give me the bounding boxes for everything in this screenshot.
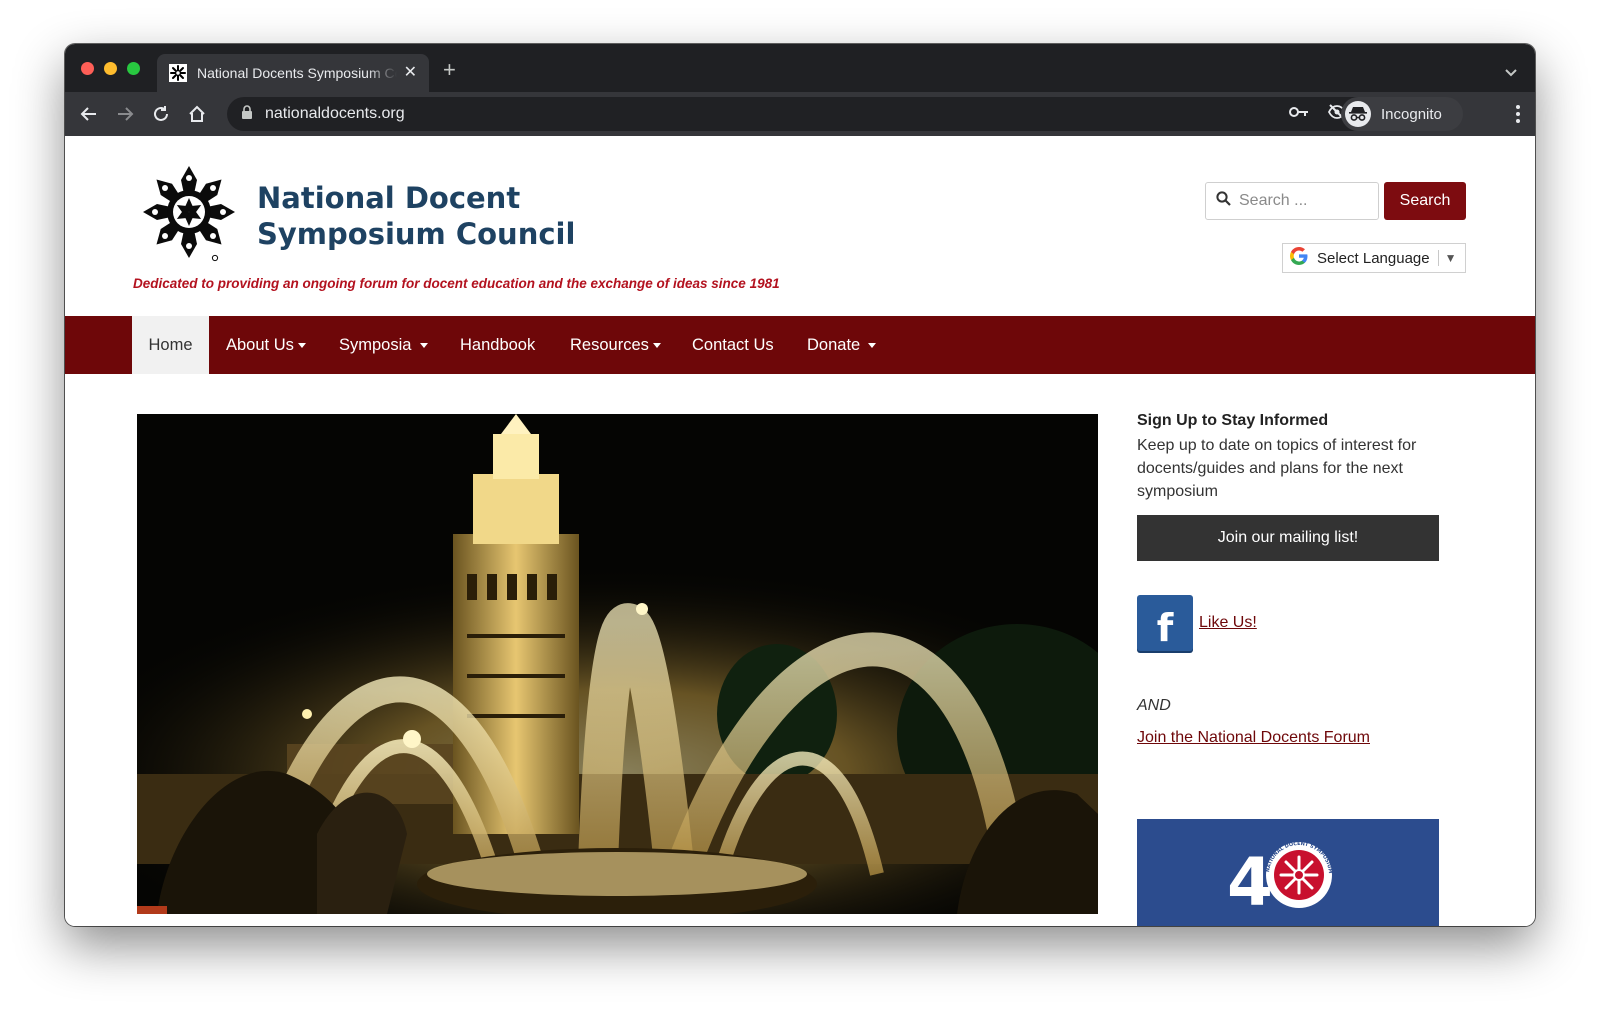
google-g-icon: [1289, 246, 1309, 271]
forward-arrow-icon[interactable]: [107, 96, 143, 132]
site-title-line2: Symposium Council: [257, 217, 576, 251]
minimize-window-button[interactable]: [104, 62, 117, 75]
facebook-like-link[interactable]: Like Us!: [1199, 614, 1257, 632]
address-bar[interactable]: nationaldocents.org: [227, 97, 1395, 131]
search-icon: [1216, 191, 1231, 211]
40th-anniversary-badge[interactable]: 4 NATIONAL DOCENT SYMPOSIUM COUNCIL: [1137, 819, 1439, 926]
search-button[interactable]: Search: [1384, 182, 1466, 220]
join-mailing-list-button[interactable]: Join our mailing list!: [1137, 515, 1439, 561]
tab-search-chevron-icon[interactable]: [1505, 64, 1517, 82]
caret-down-icon: [868, 342, 877, 348]
nav-symposia-label: Symposia: [339, 335, 412, 354]
back-arrow-icon[interactable]: [71, 96, 107, 132]
tab-title: National Docents Symposium Council: [197, 65, 397, 81]
nav-donate-label: Donate: [807, 335, 861, 354]
nav-contact-us-label: Contact Us: [692, 335, 774, 354]
nav-symposia[interactable]: Symposia: [339, 316, 429, 374]
nav-contact-us[interactable]: Contact Us: [692, 316, 774, 374]
signup-description: Keep up to date on topics of interest fo…: [1137, 437, 1417, 500]
caret-down-icon: [297, 342, 306, 348]
nav-home[interactable]: Home: [132, 316, 209, 374]
nav-handbook-label: Handbook: [460, 335, 536, 354]
web-page: National Docent Symposium Council Dedica…: [65, 136, 1535, 926]
browser-tab[interactable]: National Docents Symposium Council ✕: [157, 54, 429, 92]
sidebar: Sign Up to Stay Informed Keep up to date…: [1137, 412, 1439, 747]
hero-fountain-image: [137, 414, 1098, 914]
incognito-icon: [1345, 101, 1371, 127]
language-select[interactable]: Select Language ▼: [1282, 243, 1466, 273]
site-title-line1: National Docent: [257, 181, 521, 215]
more-menu-icon[interactable]: [1515, 104, 1521, 129]
new-tab-button[interactable]: +: [443, 59, 456, 81]
facebook-icon[interactable]: f: [1137, 595, 1193, 651]
nav-handbook[interactable]: Handbook: [460, 316, 535, 374]
key-icon[interactable]: [1289, 105, 1309, 123]
main-navigation: Home About Us Symposia Handbook Resource…: [65, 316, 1535, 374]
caret-down-icon: [652, 342, 661, 348]
nav-home-label: Home: [148, 335, 193, 354]
facebook-row: f Like Us!: [1137, 595, 1439, 651]
and-text: AND: [1137, 697, 1171, 714]
search-field[interactable]: [1205, 182, 1379, 220]
language-separator: [1437, 250, 1439, 266]
tab-bar: National Docents Symposium Council ✕ +: [65, 44, 1535, 92]
language-label: Select Language: [1317, 249, 1430, 267]
site-tagline: Dedicated to providing an ongoing forum …: [133, 276, 780, 291]
home-icon[interactable]: [179, 96, 215, 132]
signup-title: Sign Up to Stay Informed: [1137, 412, 1329, 429]
site-title[interactable]: National Docent Symposium Council: [257, 180, 575, 252]
snowflake-icon: [169, 64, 187, 82]
maximize-window-button[interactable]: [127, 62, 140, 75]
nav-donate[interactable]: Donate: [807, 316, 877, 374]
lock-icon[interactable]: [241, 104, 253, 124]
url-text: nationaldocents.org: [265, 105, 405, 122]
incognito-label: Incognito: [1381, 105, 1442, 123]
nav-about-us[interactable]: About Us: [226, 316, 306, 374]
reload-icon[interactable]: [143, 96, 179, 132]
incognito-profile-button[interactable]: Incognito: [1341, 97, 1463, 131]
tab-close-icon[interactable]: ✕: [404, 65, 417, 81]
browser-toolbar: nationaldocents.org Incognito: [65, 92, 1535, 136]
facebook-letter: f: [1156, 606, 1174, 650]
browser-window: National Docents Symposium Council ✕ + n…: [65, 44, 1535, 926]
search-input[interactable]: [1239, 192, 1369, 210]
nav-resources[interactable]: Resources: [570, 316, 661, 374]
nav-about-us-label: About Us: [226, 335, 294, 354]
ndsc-snowflake-logo[interactable]: [141, 164, 237, 264]
caret-down-icon: [420, 342, 429, 348]
badge-number: 4: [1227, 844, 1273, 921]
close-window-button[interactable]: [81, 62, 94, 75]
nav-resources-label: Resources: [570, 335, 649, 354]
dropdown-arrow-icon: ▼: [1444, 251, 1457, 265]
national-docents-forum-link[interactable]: Join the National Docents Forum: [1137, 729, 1439, 747]
